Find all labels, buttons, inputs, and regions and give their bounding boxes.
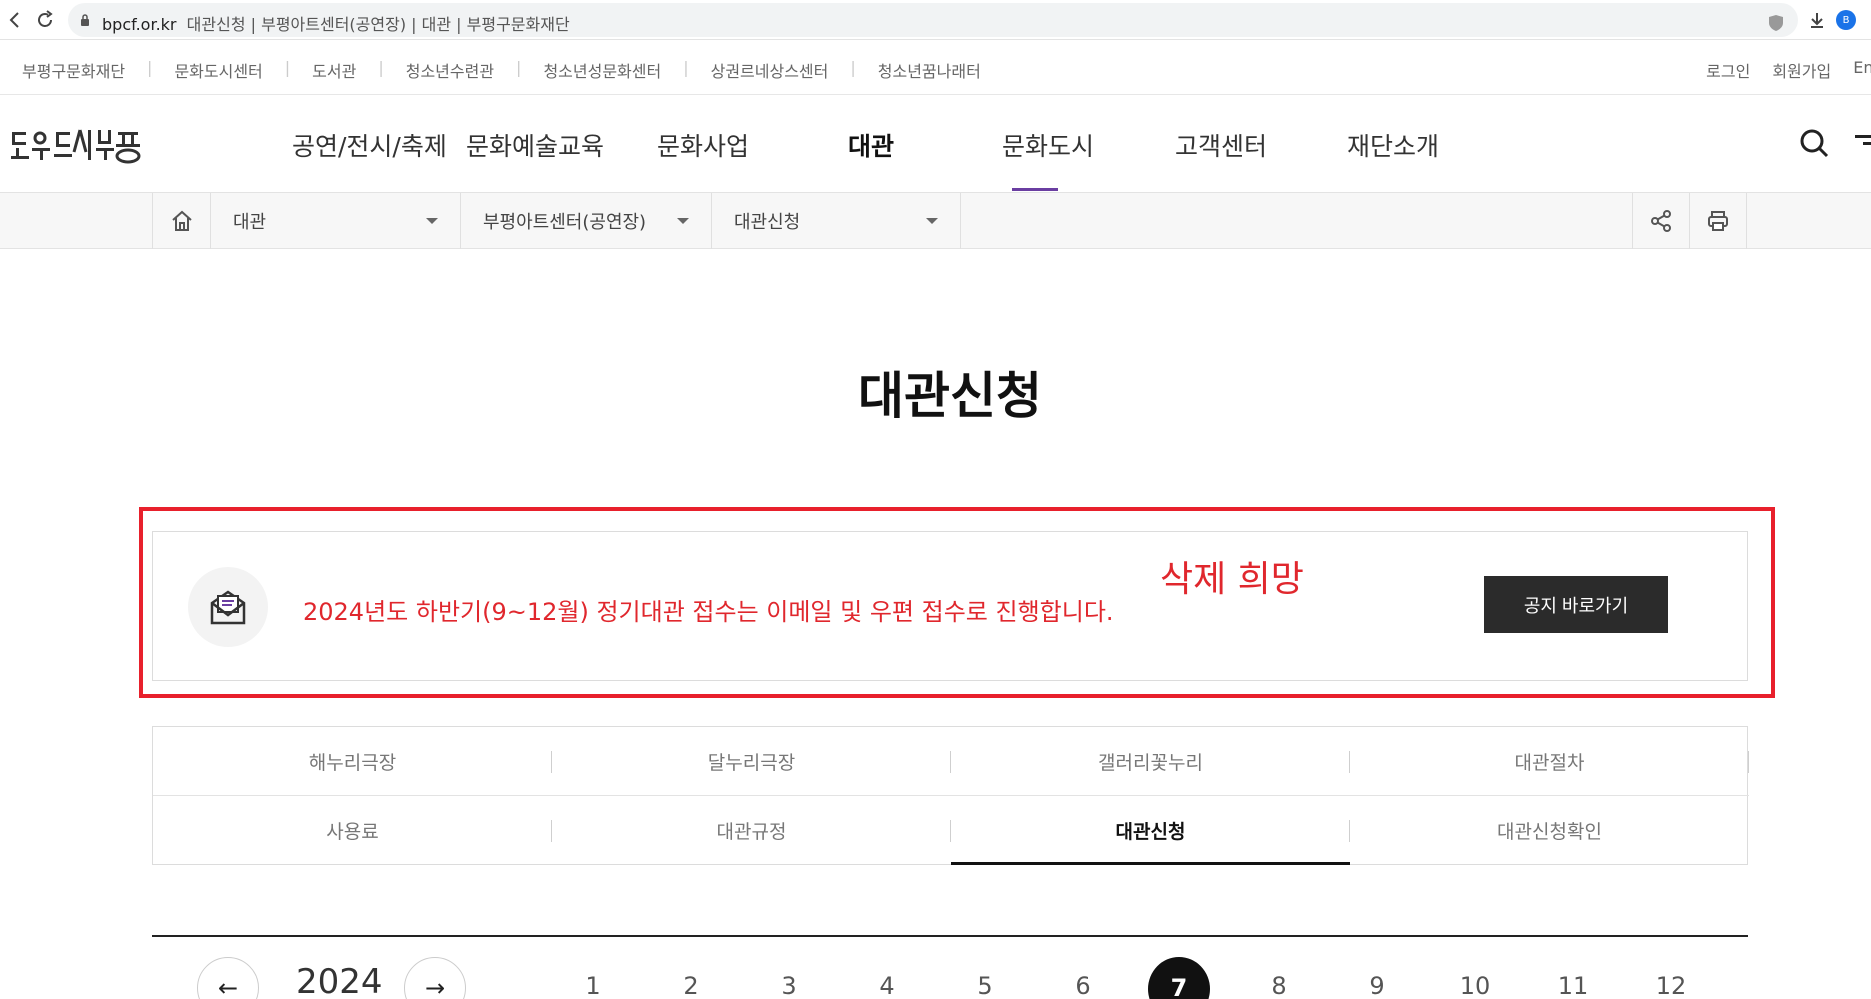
chevron-down-icon [426,218,438,224]
breadcrumb-level1-select[interactable]: 대관 [210,193,460,249]
month-7-active[interactable]: 7 [1148,957,1210,999]
notice-link-button[interactable]: 공지 바로가기 [1484,576,1668,633]
tab-label: 해누리극장 [308,752,397,774]
tab-rental-procedure[interactable]: 대관절차 [1350,727,1749,796]
english-link[interactable]: English [1853,58,1871,82]
share-icon [1651,210,1671,232]
tab-label: 달누리극장 [707,752,796,774]
util-link-culture-city[interactable]: 문화도시센터 [164,58,272,82]
month-4[interactable]: 4 [856,972,918,999]
signup-link[interactable]: 회원가입 [1772,58,1831,82]
util-link-youth-sex-culture[interactable]: 청소년성문화센터 [533,58,671,82]
gnb-item-culture-city[interactable]: 문화도시 [1002,127,1094,163]
browser-toolbar: bpcf.or.kr 대관신청 | 부평아트센터(공연장) | 대관 | 부평구… [0,0,1871,40]
url-host: bpcf.or.kr [102,15,177,34]
chevron-down-icon [677,218,689,224]
tab-label: 대관신청확인 [1497,821,1602,843]
month-11[interactable]: 11 [1542,972,1604,999]
chevron-down-icon [926,218,938,224]
url-text: bpcf.or.kr 대관신청 | 부평아트센터(공연장) | 대관 | 부평구… [102,11,570,35]
gnb-item-customer-center[interactable]: 고객센터 [1175,127,1267,163]
menu-icon[interactable] [1851,131,1871,155]
print-button[interactable] [1689,193,1747,249]
tab-label: 갤러리꽃누리 [1098,752,1203,774]
page-title: 대관신청 [858,367,1042,425]
search-icon[interactable] [1798,127,1830,159]
login-link[interactable]: 로그인 [1706,58,1750,82]
tab-dalnuri-theater[interactable]: 달누리극장 [552,727,951,796]
calendar-divider [152,935,1748,937]
breadcrumb-level1-label: 대관 [233,212,267,233]
util-link-renaissance[interactable]: 상권르네상스센터 [701,58,839,82]
month-6[interactable]: 6 [1052,972,1114,999]
breadcrumb-home[interactable] [152,193,210,249]
notice-mail-icon [188,567,268,647]
month-9[interactable]: 9 [1346,972,1408,999]
month-3[interactable]: 3 [758,972,820,999]
tab-fees[interactable]: 사용료 [153,796,552,865]
family-site-links: 부평구문화재단 | 문화도시센터 | 도서관 | 청소년수련관 | 청소년성문화센터 | … [12,58,991,82]
gnb-item-performances[interactable]: 공연/전시/축제 [292,127,447,163]
tab-rental-rules[interactable]: 대관규정 [552,796,951,865]
month-8[interactable]: 8 [1248,972,1310,999]
utility-bar: 부평구문화재단 | 문화도시센터 | 도서관 | 청소년수련관 | 청소년성문화센터 | … [0,41,1871,95]
util-link-youth-dream[interactable]: 청소년꿈나래터 [868,58,991,82]
gnb-item-culture-projects[interactable]: 문화사업 [657,127,749,163]
account-links: 로그인 회원가입 English [1684,58,1871,82]
gnb-item-rental[interactable]: 대관 [848,127,894,163]
tab-label: 대관절차 [1514,752,1585,774]
tab-label: 대관신청 [1115,821,1186,843]
venue-tabs: 해누리극장 달누리극장 갤러리꽃누리 대관절차 사용료 대관규정 대관신청 대관… [152,726,1749,865]
tab-haenuri-theater[interactable]: 해누리극장 [153,727,552,796]
breadcrumb: 대관 부평아트센터(공연장) 대관신청 [0,193,1871,249]
share-button[interactable] [1632,193,1689,249]
prev-year-button[interactable]: ← [197,957,259,999]
util-link-library[interactable]: 도서관 [302,58,366,82]
month-12[interactable]: 12 [1640,972,1702,999]
tab-label: 사용료 [326,821,379,843]
delete-request-annotation: 삭제 희망 [1160,559,1304,600]
address-bar[interactable]: bpcf.or.kr 대관신청 | 부평아트센터(공연장) | 대관 | 부평구… [68,3,1798,37]
shield-icon[interactable] [1765,12,1787,34]
home-icon [171,210,192,231]
breadcrumb-level3-select[interactable]: 대관신청 [711,193,961,249]
back-icon[interactable] [4,9,26,31]
notice-text: 2024년도 하반기(9~12월) 정기대관 접수는 이메일 및 우편 접수로 … [303,598,1114,626]
month-1[interactable]: 1 [562,972,624,999]
arrow-right-icon: → [424,974,446,999]
tab-rental-application[interactable]: 대관신청 [951,796,1350,865]
tab-row-rental: 사용료 대관규정 대관신청 대관신청확인 [153,796,1749,865]
month-5[interactable]: 5 [954,972,1016,999]
lock-icon [81,14,89,26]
next-year-button[interactable]: → [404,957,466,999]
reload-icon[interactable] [34,9,56,31]
util-link-foundation[interactable]: 부평구문화재단 [12,58,135,82]
tab-row-venues: 해누리극장 달누리극장 갤러리꽃누리 대관절차 [153,727,1749,796]
tab-label: 대관규정 [716,821,787,843]
main-header: 공연/전시/축제 문화예술교육 문화사업 대관 문화도시 고객센터 재단소개 [0,95,1871,193]
extension-badge[interactable]: B [1836,10,1856,30]
gnb-item-about[interactable]: 재단소개 [1347,127,1439,163]
calendar-year: 2024 [296,962,383,999]
month-2[interactable]: 2 [660,972,722,999]
gnb-active-underline [1012,188,1058,191]
breadcrumb-level3-label: 대관신청 [734,212,801,233]
breadcrumb-level2-select[interactable]: 부평아트센터(공연장) [460,193,711,249]
breadcrumb-level2-label: 부평아트센터(공연장) [483,212,647,233]
printer-icon [1708,211,1728,231]
month-10[interactable]: 10 [1444,972,1506,999]
tab-application-check[interactable]: 대관신청확인 [1350,796,1749,865]
gnb-item-arts-education[interactable]: 문화예술교육 [466,127,604,163]
arrow-left-icon: ← [217,974,239,999]
tab-gallery[interactable]: 갤러리꽃누리 [951,727,1350,796]
site-logo[interactable] [10,122,142,168]
download-icon[interactable] [1806,9,1828,31]
util-link-youth-center[interactable]: 청소년수련관 [396,58,504,82]
tab-page-title: 대관신청 | 부평아트센터(공연장) | 대관 | 부평구문화재단 [186,15,570,34]
